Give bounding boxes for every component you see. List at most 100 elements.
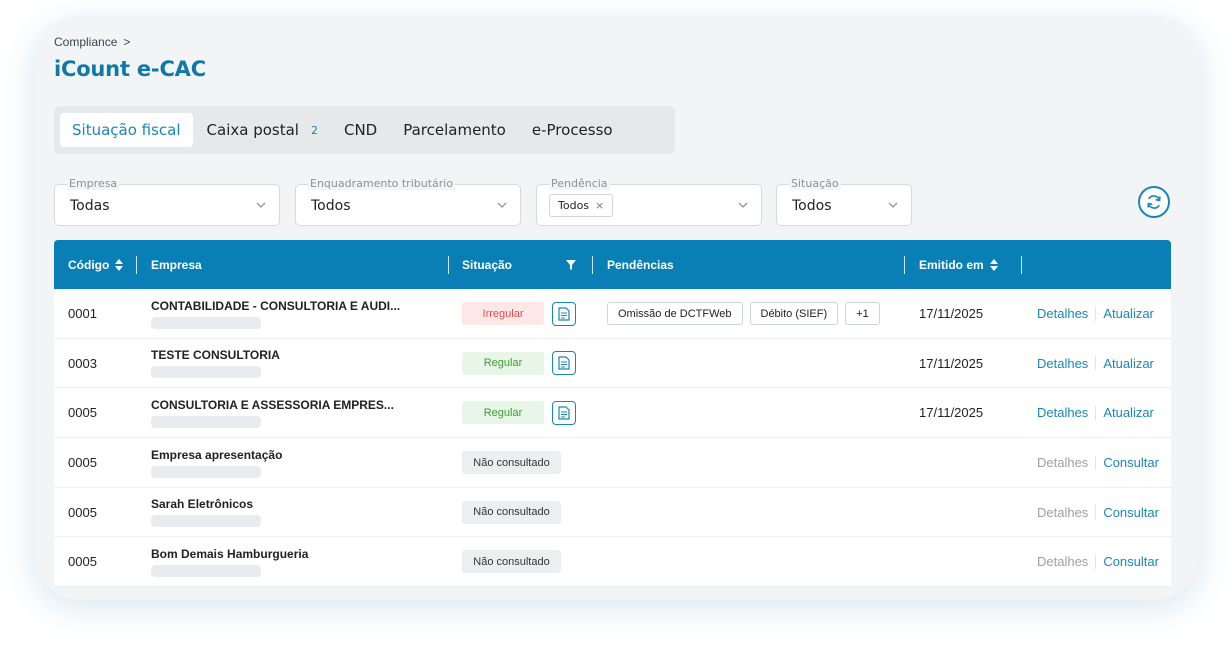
- table-row: 0005 Bom Demais Hamburgueria Não consult…: [54, 537, 1171, 588]
- tab-label: Parcelamento: [403, 121, 506, 139]
- header-divider: [1021, 256, 1022, 274]
- header-label: Pendências: [607, 257, 674, 272]
- pendencia-select[interactable]: Pendência Todos ×: [536, 177, 762, 226]
- sort-icon: [989, 258, 998, 271]
- table-body: 0001 CONTABILIDADE - CONSULTORIA E AUDI.…: [54, 289, 1171, 588]
- status-badge: Não consultado: [462, 500, 561, 524]
- breadcrumb: Compliance >: [54, 35, 130, 49]
- situacao-select[interactable]: Situação Todos: [776, 177, 912, 226]
- refresh-button[interactable]: [1138, 186, 1170, 218]
- table-row: 0005 CONSULTORIA E ASSESSORIA EMPRES... …: [54, 388, 1171, 439]
- row-actions: Detalhes Consultar: [1037, 537, 1159, 586]
- pendencia-label: Pendência: [549, 177, 610, 190]
- cnpj-placeholder: [151, 415, 261, 428]
- status-badge: Irregular: [462, 302, 544, 325]
- row-situacao: Não consultado: [462, 488, 561, 537]
- header-label: Emitido em: [919, 257, 984, 272]
- company-name: CONTABILIDADE - CONSULTORIA E AUDI...: [151, 298, 401, 313]
- consultar-link[interactable]: Consultar: [1103, 455, 1159, 470]
- detalhes-link: Detalhes: [1037, 504, 1089, 520]
- row-actions: Detalhes Atualizar: [1037, 289, 1154, 338]
- consultar-link[interactable]: Consultar: [1103, 505, 1159, 520]
- cnpj-placeholder: [151, 465, 261, 478]
- empresa-select[interactable]: Empresa Todas: [54, 177, 280, 226]
- situacao-value: Todos: [792, 198, 832, 214]
- row-codigo: 0001: [68, 306, 97, 321]
- detalhes-link: Detalhes: [1037, 554, 1089, 570]
- atualizar-link[interactable]: Atualizar: [1103, 306, 1154, 321]
- table-row: 0005 Empresa apresentação Não consultado…: [54, 438, 1171, 488]
- company-name: TESTE CONSULTORIA: [151, 348, 280, 363]
- pendencia-tag[interactable]: Débito (SIEF): [749, 302, 839, 325]
- header-pendencias: Pendências: [607, 240, 674, 289]
- consultar-link[interactable]: Consultar: [1103, 554, 1159, 569]
- row-pendencias: Omissão de DCTFWeb Débito (SIEF) +1: [607, 289, 880, 338]
- tab-bar: Situação fiscal Caixa postal 2 CND Parce…: [54, 106, 675, 154]
- more-pendencias-tag[interactable]: +1: [845, 302, 880, 325]
- row-situacao: Não consultado: [462, 438, 561, 487]
- status-badge: Não consultado: [462, 451, 561, 475]
- document-icon: [558, 306, 570, 321]
- header-divider: [448, 256, 449, 274]
- row-situacao: Regular: [462, 388, 576, 437]
- cnpj-placeholder: [151, 366, 261, 379]
- enquadramento-label: Enquadramento tributário: [308, 177, 456, 190]
- header-codigo[interactable]: Código: [68, 240, 124, 289]
- header-label: Empresa: [151, 257, 202, 272]
- enquadramento-select[interactable]: Enquadramento tributário Todos: [295, 177, 521, 226]
- row-empresa: TESTE CONSULTORIA: [151, 339, 280, 388]
- table-row: 0005 Sarah Eletrônicos Não consultado De…: [54, 488, 1171, 538]
- document-icon: [558, 356, 570, 370]
- status-badge: Regular: [462, 401, 544, 425]
- main-card: Compliance > iCount e-CAC Situação fisca…: [34, 16, 1200, 600]
- chevron-down-icon: [888, 202, 898, 208]
- tab-label: Situação fiscal: [72, 121, 181, 139]
- filter-icon[interactable]: [566, 259, 576, 270]
- atualizar-link[interactable]: Atualizar: [1103, 405, 1154, 420]
- table-header: Código Empresa Situação Pendências Emiti…: [54, 240, 1171, 289]
- document-icon: [558, 406, 570, 420]
- document-button[interactable]: [552, 351, 576, 376]
- detalhes-link[interactable]: Detalhes: [1037, 306, 1088, 321]
- detalhes-link[interactable]: Detalhes: [1037, 405, 1088, 420]
- detalhes-link[interactable]: Detalhes: [1037, 356, 1088, 371]
- empresa-value: Todas: [70, 198, 110, 214]
- tab-parcelamento[interactable]: Parcelamento: [391, 113, 518, 147]
- tab-situacao-fiscal[interactable]: Situação fiscal: [60, 113, 193, 147]
- header-divider: [904, 256, 905, 274]
- row-empresa: Sarah Eletrônicos: [151, 488, 261, 537]
- pendencia-tag[interactable]: Omissão de DCTFWeb: [607, 302, 743, 325]
- row-codigo: 0003: [68, 355, 97, 371]
- tab-caixa-postal[interactable]: Caixa postal 2: [195, 113, 330, 147]
- cnpj-placeholder: [151, 515, 261, 528]
- close-icon[interactable]: ×: [595, 199, 604, 212]
- row-situacao: Não consultado: [462, 537, 561, 586]
- row-emitido: 17/11/2025: [919, 306, 984, 321]
- companies-table: Código Empresa Situação Pendências Emiti…: [54, 240, 1171, 588]
- divider: [1095, 356, 1097, 371]
- table-row: 0001 CONTABILIDADE - CONSULTORIA E AUDI.…: [54, 289, 1171, 339]
- row-actions: Detalhes Atualizar: [1037, 339, 1154, 388]
- chevron-down-icon: [497, 202, 507, 208]
- row-codigo: 0005: [68, 554, 97, 570]
- header-label: Código: [68, 257, 110, 272]
- chevron-down-icon: [256, 202, 266, 208]
- status-badge: Não consultado: [462, 550, 561, 574]
- header-emitido[interactable]: Emitido em: [919, 240, 998, 289]
- header-label: Situação: [462, 257, 513, 272]
- tab-label: Caixa postal: [206, 121, 299, 139]
- tab-cnd[interactable]: CND: [332, 113, 389, 147]
- divider: [1095, 405, 1097, 420]
- row-actions: Detalhes Consultar: [1037, 438, 1159, 487]
- tab-e-processo[interactable]: e-Processo: [520, 113, 625, 147]
- document-button[interactable]: [552, 400, 576, 425]
- row-actions: Detalhes Consultar: [1037, 488, 1159, 537]
- header-divider: [136, 256, 137, 274]
- company-name: CONSULTORIA E ASSESSORIA EMPRES...: [151, 397, 394, 412]
- document-button[interactable]: [552, 301, 576, 326]
- breadcrumb-item-compliance[interactable]: Compliance: [54, 35, 117, 49]
- company-name: Bom Demais Hamburgueria: [151, 546, 309, 561]
- atualizar-link[interactable]: Atualizar: [1103, 356, 1154, 371]
- row-empresa: Bom Demais Hamburgueria: [151, 537, 308, 586]
- pendencia-chip[interactable]: Todos ×: [549, 194, 614, 217]
